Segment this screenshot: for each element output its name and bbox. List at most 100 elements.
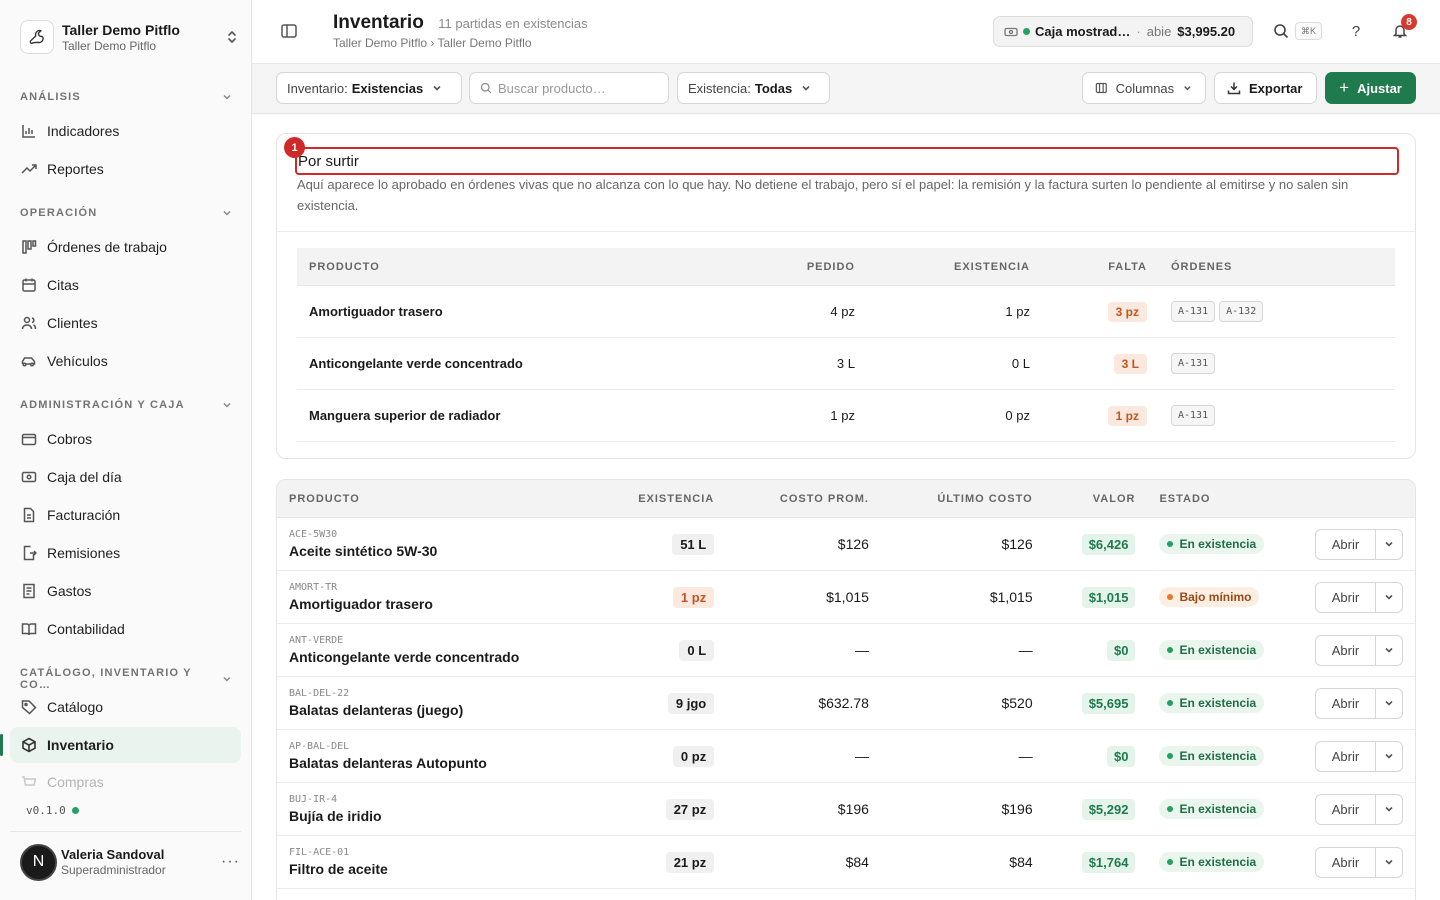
sidebar-item-caja[interactable]: Caja del día <box>10 459 241 495</box>
sidebar-item-inventario[interactable]: Inventario <box>0 727 241 763</box>
table-row[interactable]: AP-BAL-DEL Balatas delanteras Autopunto 0 … <box>277 730 1415 783</box>
product-name: Anticongelante verde concentrado <box>289 648 520 665</box>
user-menu[interactable]: N Valeria Sandoval Superadministrador ··… <box>20 842 240 882</box>
cash-register-selector[interactable]: Caja mostrad… · abie $3,995.20 <box>993 16 1253 47</box>
column-header[interactable]: ÓRDENES <box>1147 261 1395 273</box>
sidebar-item-gastos[interactable]: Gastos <box>10 573 241 609</box>
sidebar-item-label: Indicadores <box>47 123 120 139</box>
row-actions: Abrir <box>1315 846 1403 878</box>
open-button[interactable]: Abrir <box>1316 635 1376 665</box>
main-content: 1 Por surtir Aquí aparece lo aprobado en… <box>252 115 1440 900</box>
status-badge: En existencia <box>1159 799 1265 819</box>
section-catalogo[interactable]: CATÁLOGO, INVENTARIO Y CO… <box>20 667 232 691</box>
open-button[interactable]: Abrir <box>1316 529 1376 559</box>
sidebar-item-cobros[interactable]: Cobros <box>10 421 241 457</box>
table-row[interactable]: ANT-VERDE Anticongelante verde concentrad… <box>277 624 1415 677</box>
order-link[interactable]: A-132 <box>1219 301 1264 322</box>
sidebar-item-ordenes[interactable]: Órdenes de trabajo <box>10 229 241 265</box>
search-icon[interactable] <box>1272 22 1290 40</box>
chevron-down-icon[interactable] <box>1376 583 1402 612</box>
wallet-icon <box>20 431 37 448</box>
search-field[interactable] <box>469 72 669 104</box>
stock-value: $5,695 <box>1081 692 1136 714</box>
table-row[interactable]: AMORT-TR Amortiguador trasero 1 pz $1,015 $1… <box>277 571 1415 624</box>
avg-cost: — <box>854 748 869 764</box>
column-header[interactable]: PRODUCTO <box>297 261 747 273</box>
stock-value: $0 <box>1106 745 1136 767</box>
sidebar-item-compras[interactable]: Compras <box>10 766 241 790</box>
help-icon[interactable]: ? <box>1347 22 1365 40</box>
table-row[interactable]: Anticongelante verde concentrado 3 L 0 L… <box>297 338 1395 390</box>
open-button[interactable]: Abrir <box>1316 794 1376 824</box>
stock-filter-select[interactable]: Existencia: Todas <box>677 72 830 104</box>
column-header[interactable]: FALTA <box>1030 261 1147 273</box>
inventory-view-select[interactable]: Inventario: Existencias <box>276 72 462 104</box>
chevron-down-icon[interactable] <box>1376 689 1402 718</box>
chevron-down-icon[interactable] <box>1376 530 1402 559</box>
chevron-down-icon <box>802 85 810 91</box>
table-row[interactable]: BUJ-IR-4 Bujía de iridio 27 pz $196 $196 $5,2… <box>277 783 1415 836</box>
column-header[interactable]: COSTO PROM. <box>714 493 869 505</box>
sidebar-item-indicadores[interactable]: Indicadores <box>10 113 241 149</box>
inventory-rows: ACE-5W30 Aceite sintético 5W-30 51 L $126 $1… <box>277 518 1415 889</box>
column-header[interactable]: EXISTENCIA <box>596 493 714 505</box>
sidebar-item-vehiculos[interactable]: Vehículos <box>10 343 241 379</box>
avg-cost: $126 <box>837 536 869 552</box>
row-actions: Abrir <box>1315 740 1403 772</box>
product-sku: ANT-VERDE <box>289 634 344 646</box>
table-row[interactable]: ACE-5W30 Aceite sintético 5W-30 51 L $126 $1… <box>277 518 1415 571</box>
chevron-down-icon <box>433 85 441 91</box>
more-icon[interactable]: ··· <box>221 853 240 871</box>
open-button[interactable]: Abrir <box>1316 582 1376 612</box>
chevron-down-icon[interactable] <box>1376 795 1402 824</box>
search-input[interactable] <box>498 80 658 96</box>
order-link[interactable]: A-131 <box>1171 405 1216 426</box>
chevron-down-icon[interactable] <box>1376 636 1402 665</box>
table-row[interactable]: FIL-ACE-01 Filtro de aceite 21 pz $84 $84 $1,… <box>277 836 1415 889</box>
table-row[interactable]: Manguera superior de radiador 1 pz 0 pz … <box>297 390 1395 442</box>
product-sku: ACE-5W30 <box>289 528 338 540</box>
column-header[interactable]: EXISTENCIA <box>855 261 1030 273</box>
chevron-down-icon <box>223 210 231 216</box>
column-header[interactable]: PRODUCTO <box>277 493 596 505</box>
stock-value: $1,015 <box>1081 586 1136 608</box>
status-dot <box>1167 859 1174 865</box>
columns-button[interactable]: Columnas <box>1082 72 1206 104</box>
section-administracion[interactable]: ADMINISTRACIÓN Y CAJA <box>20 399 232 411</box>
table-row[interactable]: BAL-DEL-22 Balatas delanteras (juego) 9 jg… <box>277 677 1415 730</box>
chevron-down-icon[interactable] <box>1376 848 1402 877</box>
chevron-down-icon[interactable] <box>1376 742 1402 771</box>
open-button[interactable]: Abrir <box>1316 847 1376 877</box>
open-button[interactable]: Abrir <box>1316 741 1376 771</box>
sidebar-item-reportes[interactable]: Reportes <box>10 151 241 187</box>
column-header[interactable]: VALOR <box>1033 493 1136 505</box>
order-link[interactable]: A-131 <box>1171 353 1216 374</box>
order-link[interactable]: A-131 <box>1171 301 1216 322</box>
column-header[interactable]: ÚLTIMO COSTO <box>869 493 1033 505</box>
sidebar-toggle-icon[interactable] <box>280 22 300 42</box>
sidebar-item-citas[interactable]: Citas <box>10 267 241 303</box>
sidebar-item-clientes[interactable]: Clientes <box>10 305 241 341</box>
receipt-icon <box>20 583 37 600</box>
export-button[interactable]: Exportar <box>1214 72 1317 104</box>
section-analisis[interactable]: ANÁLISIS <box>20 91 232 103</box>
table-header: PRODUCTO EXISTENCIA COSTO PROM. ÚLTIMO C… <box>277 480 1415 518</box>
status-dot <box>1167 753 1174 759</box>
sidebar-item-catalogo[interactable]: Catálogo <box>10 689 241 725</box>
org-subtitle: Taller Demo Pitflo <box>62 38 157 53</box>
org-switcher[interactable]: Taller Demo Pitflo Taller Demo Pitflo <box>20 18 240 56</box>
open-button[interactable]: Abrir <box>1316 688 1376 718</box>
status-dot <box>1167 647 1174 653</box>
column-header[interactable]: ESTADO <box>1135 493 1275 505</box>
adjust-button[interactable]: + Ajustar <box>1325 72 1416 104</box>
breadcrumb[interactable]: Taller Demo Pitflo › Taller Demo Pitflo <box>333 36 588 50</box>
table-row[interactable]: Amortiguador trasero 4 pz 1 pz 3 pz A-13… <box>297 286 1395 338</box>
sidebar-item-facturacion[interactable]: Facturación <box>10 497 241 533</box>
sidebar-item-remisiones[interactable]: Remisiones <box>10 535 241 571</box>
section-operacion[interactable]: OPERACIÓN <box>20 207 232 219</box>
sidebar-item-contabilidad[interactable]: Contabilidad <box>10 611 241 647</box>
column-header[interactable]: PEDIDO <box>747 261 855 273</box>
avg-cost: — <box>854 642 869 658</box>
row-actions: Abrir <box>1315 634 1403 666</box>
stock-qty: 1 pz <box>672 586 715 608</box>
